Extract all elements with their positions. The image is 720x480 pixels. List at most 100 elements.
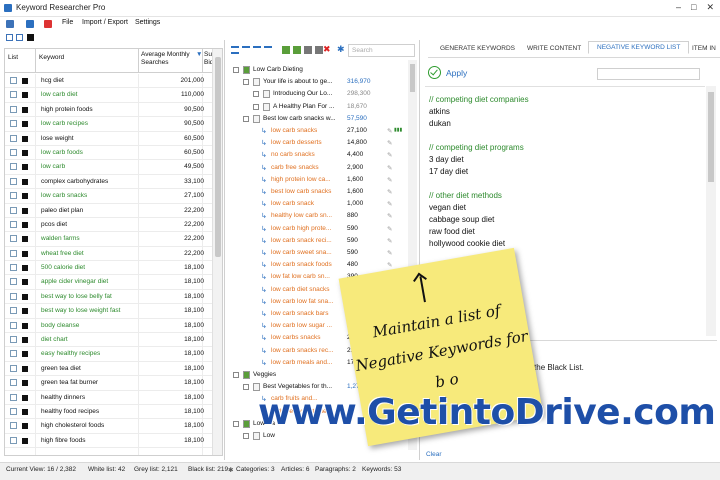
expand-toggle-icon[interactable]	[243, 384, 249, 391]
row-checkbox[interactable]	[10, 206, 17, 214]
apply-button[interactable]: Apply	[446, 68, 467, 78]
tab-item-in[interactable]: ITEM IN	[692, 43, 716, 54]
header-keyword[interactable]: Keyword	[39, 54, 64, 62]
tree-item[interactable]: Best low carb snacks w... 57,590	[227, 113, 407, 125]
edit-pencil-icon[interactable]: ✎	[387, 200, 392, 208]
tree-item[interactable]: ↳ low carb snack 1,000 ✎	[227, 198, 407, 210]
expand-icon[interactable]	[242, 46, 250, 54]
close-icon[interactable]: ✕	[706, 2, 714, 13]
table-row[interactable]: green tea diet 18,100	[5, 362, 222, 377]
add-article-icon[interactable]	[293, 46, 301, 54]
menu-import-export[interactable]: Import / Export	[82, 19, 128, 26]
row-checkbox[interactable]	[10, 235, 17, 243]
row-checkbox[interactable]	[10, 278, 17, 286]
row-checkbox[interactable]	[10, 364, 17, 372]
left-scrollbar[interactable]	[212, 49, 222, 455]
pane-divider[interactable]	[224, 40, 225, 460]
row-checkbox[interactable]	[10, 407, 17, 415]
black-list-marker[interactable]	[22, 293, 28, 300]
black-list-marker[interactable]	[22, 164, 28, 171]
tree-item[interactable]: ↳ best low carb snacks 1,600 ✎	[227, 186, 407, 198]
edit-icon[interactable]	[304, 46, 312, 54]
tree-item[interactable]: ↳ high protein low ca... 1,600 ✎	[227, 174, 407, 186]
tree-item[interactable]: ↳ low carb snacks 27,100 ✎ ▮▮▮	[227, 125, 407, 137]
table-row[interactable]: high protein foods 90,500	[5, 103, 222, 118]
black-list-marker[interactable]	[22, 207, 28, 214]
black-list-marker[interactable]	[22, 135, 28, 142]
table-row[interactable]: pcos diet 22,200	[5, 218, 222, 233]
tree-item[interactable]: Introducing Our Lo... 298,300	[227, 88, 407, 100]
tree-item[interactable]: ↳ no carb snacks 4,400 ✎	[227, 149, 407, 161]
expand-toggle-icon[interactable]	[233, 67, 239, 73]
table-row[interactable]: green tea fat burner 18,100	[5, 376, 222, 391]
clear-link[interactable]: Clear	[426, 451, 442, 458]
row-checkbox[interactable]	[10, 105, 17, 113]
tree-item[interactable]: ↳ healthy low carb sn... 880 ✎	[227, 210, 407, 222]
list-tags-icon[interactable]: ▮▮▮	[394, 127, 402, 133]
black-list-marker[interactable]	[22, 106, 28, 113]
row-checkbox[interactable]	[10, 336, 17, 344]
table-row[interactable]: complex carbohydrates 33,100	[5, 175, 222, 190]
home-icon[interactable]	[6, 20, 14, 28]
expand-toggle-icon[interactable]	[253, 103, 259, 110]
black-list-marker[interactable]	[22, 92, 28, 99]
black-list-marker[interactable]	[22, 437, 28, 444]
black-list-marker[interactable]	[22, 121, 28, 128]
table-row[interactable]: easy healthy recipes 18,100	[5, 347, 222, 362]
edit-pencil-icon[interactable]: ✎	[387, 249, 392, 257]
collapse-icon[interactable]	[231, 46, 239, 54]
table-row[interactable]: best way to lose belly fat 18,100	[5, 290, 222, 305]
pdf-icon[interactable]	[44, 20, 52, 28]
edit-pencil-icon[interactable]: ✎	[387, 261, 392, 269]
table-row[interactable]: wheat free diet 22,200	[5, 247, 222, 262]
tree-item[interactable]: ↳ low carb sweet sna... 590 ✎	[227, 247, 407, 259]
tree-item[interactable]: ↳ low carb high prote... 590 ✎	[227, 223, 407, 235]
black-list-marker[interactable]	[22, 322, 28, 329]
row-checkbox[interactable]	[10, 134, 17, 142]
tree-item[interactable]: ↳ carb free snacks 2,900 ✎	[227, 162, 407, 174]
row-checkbox[interactable]	[10, 91, 17, 99]
black-list-marker[interactable]	[22, 236, 28, 243]
menu-file[interactable]: File	[62, 19, 73, 26]
table-row[interactable]: healthy dinners 18,100	[5, 391, 222, 405]
tree-scroll-thumb[interactable]	[410, 64, 415, 92]
black-list-marker[interactable]	[22, 308, 28, 315]
edit-pencil-icon[interactable]: ✎	[387, 151, 392, 159]
black-list-marker[interactable]	[22, 178, 28, 185]
row-checkbox[interactable]	[10, 379, 17, 387]
table-row[interactable]: apple cider vinegar diet 18,100	[5, 275, 222, 290]
outdent-icon[interactable]	[264, 46, 272, 54]
table-row[interactable]: low carb foods 60,500	[5, 146, 222, 161]
edit-pencil-icon[interactable]: ✎	[387, 164, 392, 172]
expand-toggle-icon[interactable]	[233, 420, 239, 427]
table-row[interactable]: high fibre foods 18,100	[5, 434, 222, 449]
table-row[interactable]: body cleanse 18,100	[5, 319, 222, 334]
tab-generate-keywords[interactable]: GENERATE KEYWORDS	[440, 43, 515, 54]
row-checkbox[interactable]	[10, 292, 17, 300]
tree-item[interactable]: Your life is about to ge... 316,970	[227, 76, 407, 88]
tree-item[interactable]: ↳ low carb desserts 14,800 ✎	[227, 137, 407, 149]
tab-write-content[interactable]: WRITE CONTENT	[527, 43, 581, 54]
table-row[interactable]: walden farms 22,200	[5, 232, 222, 247]
edit-pencil-icon[interactable]: ✎	[387, 139, 392, 147]
minimize-icon[interactable]: –	[676, 2, 681, 13]
tree-item[interactable]: ↳ low carb snack reci... 590 ✎	[227, 235, 407, 247]
table-row[interactable]: low carb recipes 90,500	[5, 117, 222, 132]
table-row[interactable]: diet chart 18,100	[5, 333, 222, 348]
tree-search-input[interactable]: Search	[348, 44, 415, 57]
row-checkbox[interactable]	[10, 307, 17, 315]
tab-negative-keyword-list[interactable]: NEGATIVE KEYWORD LIST	[588, 41, 690, 54]
row-checkbox[interactable]	[10, 393, 17, 401]
delete-icon[interactable]: ✖	[323, 44, 331, 54]
row-checkbox[interactable]	[10, 177, 17, 185]
add-folder-icon[interactable]	[282, 46, 290, 54]
right-scrollbar[interactable]	[706, 86, 716, 336]
table-row[interactable]: paleo diet plan 22,200	[5, 204, 222, 218]
edit-pencil-icon[interactable]: ✎	[387, 225, 392, 233]
expand-toggle-icon[interactable]	[243, 433, 249, 439]
tree-item[interactable]: ↳ low carb snack foods 480 ✎	[227, 259, 407, 271]
save-icon[interactable]	[26, 20, 34, 28]
table-row[interactable]: healthy food recipes 18,100	[5, 405, 222, 420]
expand-toggle-icon[interactable]	[253, 91, 259, 98]
black-list-marker[interactable]	[22, 337, 28, 344]
